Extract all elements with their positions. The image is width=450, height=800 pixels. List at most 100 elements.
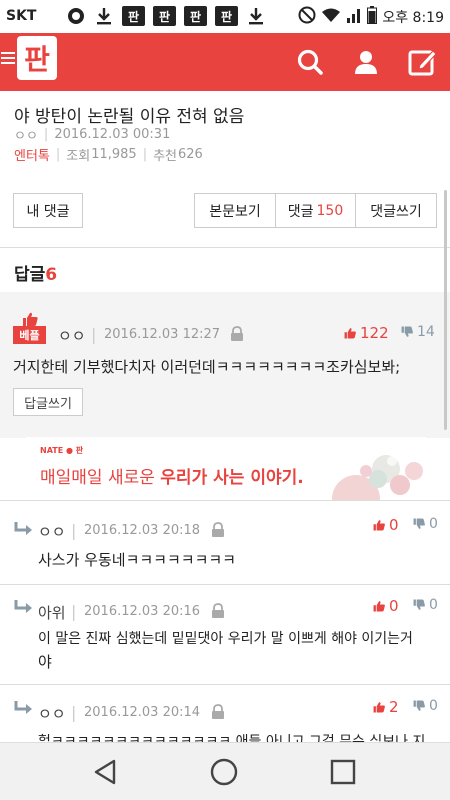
do-not-disturb-icon: [298, 6, 316, 28]
article-date: 2016.12.03 00:31: [54, 127, 171, 142]
upvote-button[interactable]: 0: [372, 516, 399, 534]
comment-date: 2016.12.03 20:16: [84, 604, 201, 619]
thumbs-up-icon: [373, 520, 385, 531]
pearls-image: [332, 455, 423, 501]
upvote-count: 2: [389, 698, 399, 716]
thumbs-up-icon: [373, 601, 385, 612]
thumbs-up-icon: [23, 312, 38, 326]
divider: [0, 247, 450, 248]
signal-icon: [346, 7, 362, 27]
meta-separator: |: [142, 147, 148, 162]
comments-button[interactable]: 댓글 150: [275, 193, 356, 228]
recommend-count: 626: [178, 147, 203, 162]
system-nav-bar: [0, 742, 450, 800]
downvote-count: 0: [429, 698, 438, 714]
meta-separator: |: [91, 325, 97, 344]
thumbs-down-icon: [413, 700, 425, 711]
search-button[interactable]: [293, 45, 327, 79]
replies-count: 6: [45, 265, 58, 285]
article-category[interactable]: 엔터톡: [14, 145, 50, 164]
ad-text-bold: 우리가 사는 이야기.: [160, 468, 304, 488]
comment-author: ㅇㅇ: [38, 523, 66, 541]
downvote-button[interactable]: 0: [412, 597, 438, 613]
thumbs-down-icon: [413, 599, 425, 610]
recommend-label: 추천: [153, 149, 178, 164]
comment-author: ㅇㅇ: [58, 327, 86, 345]
write-button[interactable]: [405, 45, 439, 79]
scrollbar[interactable]: [444, 190, 447, 430]
downvote-button[interactable]: 14: [400, 324, 435, 340]
search-icon: [297, 49, 323, 75]
best-badge-label: 베플: [13, 326, 46, 344]
article-author: ㅇㅇ: [14, 129, 38, 144]
back-button[interactable]: [86, 752, 126, 792]
notification-icons: 판 판 판 판: [66, 6, 266, 26]
comment-author: 아위: [38, 604, 66, 622]
clock: 오후 8:19: [382, 10, 444, 26]
edit-icon: [408, 50, 437, 76]
pan-notification-icon: 판: [153, 6, 176, 26]
comment-item: ㅇㅇ | 2016.12.03 20:14 2 0 헐ㅋㅋㅋㅋㅋㅋㅋㅋㅋㅋㅋㅋㅋ…: [0, 685, 450, 742]
upvote-button[interactable]: 122: [343, 324, 389, 342]
download-icon: [94, 6, 114, 26]
meta-separator: |: [71, 703, 77, 722]
ad-banner[interactable]: NATE ● 판 매일매일 새로운 우리가 사는 이야기.: [26, 437, 426, 501]
profile-button[interactable]: [349, 45, 383, 79]
comment-date: 2016.12.03 20:14: [84, 705, 201, 720]
views-label: 조회: [66, 149, 91, 164]
comment-text-continued: 야: [38, 653, 52, 671]
kakao-icon: [66, 6, 86, 26]
upvote-count: 0: [389, 597, 399, 615]
article-stats: 엔터톡 | 조회 11,985 | 추천 626: [14, 145, 203, 164]
meta-separator: |: [71, 521, 77, 540]
comment-date: 2016.12.03 20:18: [84, 523, 201, 538]
downvote-button[interactable]: 0: [412, 516, 438, 532]
views-count: 11,985: [91, 147, 137, 162]
upvote-button[interactable]: 2: [372, 698, 399, 716]
view-post-button[interactable]: 본문보기: [194, 193, 276, 228]
pan-notification-icon: 판: [215, 6, 238, 26]
thumbs-down-icon: [413, 518, 425, 529]
carrier-label: SKT: [6, 8, 37, 24]
recents-button[interactable]: [323, 752, 363, 792]
reply-arrow-icon: [13, 599, 33, 619]
write-comment-button[interactable]: 댓글쓰기: [355, 193, 437, 228]
meta-separator: |: [43, 127, 49, 142]
pan-notification-icon: 판: [122, 6, 145, 26]
home-button[interactable]: [204, 752, 244, 792]
downvote-count: 0: [429, 597, 438, 613]
comments-count: 150: [316, 202, 344, 219]
best-comment: 베플 ㅇㅇ | 2016.12.03 12:27 122 14 거지한테 기부했…: [0, 292, 450, 438]
recents-icon: [330, 759, 356, 785]
my-comments-button[interactable]: 내 댓글: [13, 193, 83, 228]
downvote-count: 14: [417, 324, 435, 340]
battery-icon: [367, 6, 378, 28]
lock-icon: [230, 326, 244, 346]
upvote-button[interactable]: 0: [372, 597, 399, 615]
download-icon: [246, 6, 266, 26]
menu-logo-button[interactable]: 판: [0, 36, 57, 80]
comment-text: 이 말은 진짜 심했는데 밑밑댓아 우리가 말 이쁘게 해야 이기는거: [38, 631, 413, 647]
upvote-count: 0: [389, 516, 399, 534]
pan-notification-icon: 판: [184, 6, 207, 26]
status-bar: SKT 판 판 판 판 오후 8:19: [0, 0, 450, 33]
downvote-button[interactable]: 0: [412, 698, 438, 714]
meta-separator: |: [55, 147, 61, 162]
best-badge: 베플: [13, 312, 46, 344]
app-header: 판: [0, 33, 450, 91]
menu-icon: [1, 52, 15, 64]
downvote-count: 0: [429, 516, 438, 532]
pan-logo: 판: [17, 36, 57, 80]
comment-author: ㅇㅇ: [38, 705, 66, 723]
comment-text: 헐ㅋㅋㅋㅋㅋㅋㅋㅋㅋㅋㅋㅋㅋㅋ 애들 아니고 그걸 무슨 심보나 지: [38, 734, 426, 742]
comment-text: 거지한테 기부했다치자 이러던데ㅋㅋㅋㅋㅋㅋㅋㅋ조카심보봐;: [13, 358, 401, 376]
reply-arrow-icon: [13, 521, 33, 541]
back-icon: [94, 759, 116, 785]
ad-text: 매일매일 새로운 우리가 사는 이야기.: [40, 463, 304, 488]
system-status: 오후 8:19: [298, 6, 444, 28]
comment-item: ㅇㅇ | 2016.12.03 20:18 0 0 사스가 우동네ㅋㅋㅋㅋㅋㅋㅋ…: [0, 501, 450, 585]
comment-text: 사스가 우동네ㅋㅋㅋㅋㅋㅋㅋㅋ: [38, 551, 236, 569]
meta-separator: |: [71, 602, 77, 621]
reply-write-button[interactable]: 답글쓰기: [13, 388, 83, 416]
comment-date: 2016.12.03 12:27: [104, 327, 221, 342]
